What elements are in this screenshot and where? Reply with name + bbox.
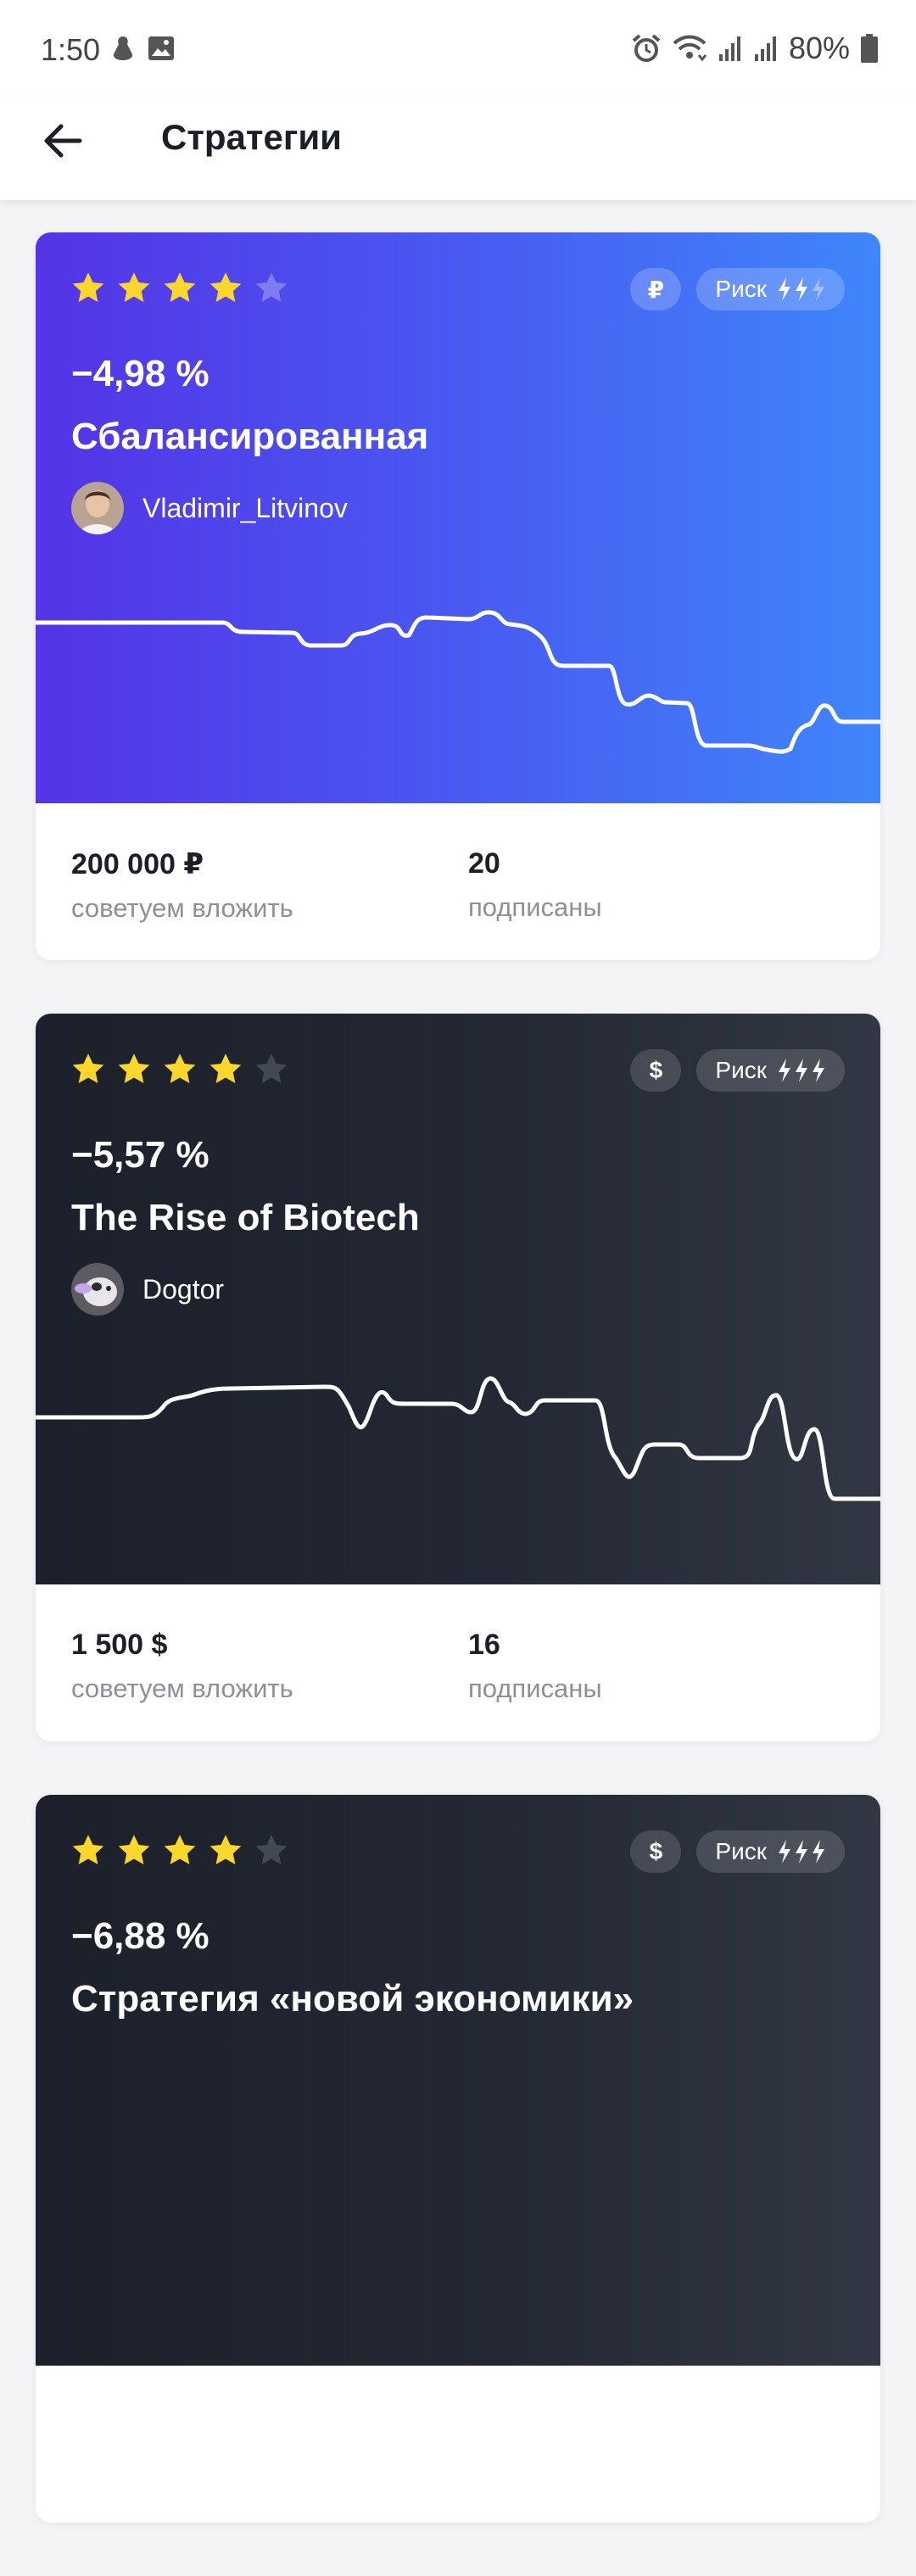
card-header: $ Риск −5,57 % The Rise of Biotech Dogto… bbox=[36, 1014, 880, 1584]
star-icon bbox=[118, 1053, 150, 1083]
strategy-name: Стратегия «новой экономики» bbox=[71, 1978, 634, 2020]
strategy-name: Сбалансированная bbox=[71, 416, 429, 457]
signal-icon bbox=[718, 36, 740, 61]
rating-stars bbox=[70, 1832, 290, 1869]
risk-badge: Риск bbox=[696, 1830, 845, 1873]
author-name: Vladimir_Litvinov bbox=[142, 492, 348, 523]
app-bar: Стратегии bbox=[0, 102, 916, 200]
lightning-icon bbox=[796, 1059, 807, 1082]
notification-app-icon bbox=[113, 36, 133, 60]
star-icon bbox=[209, 272, 242, 302]
lightning-icon bbox=[813, 277, 824, 301]
rating-stars bbox=[70, 270, 290, 307]
currency-badge: ₽ bbox=[630, 268, 682, 310]
recommended-label: советуем вложить bbox=[71, 893, 293, 923]
subscribers-label: подписаны bbox=[468, 1674, 602, 1703]
star-icon bbox=[72, 272, 104, 302]
star-icon bbox=[118, 272, 150, 302]
star-icon bbox=[164, 1053, 196, 1083]
lightning-icon bbox=[813, 1059, 824, 1082]
strategy-card[interactable]: $ Риск −6,88 % Стратегия «новой экономик… bbox=[36, 1795, 880, 2523]
risk-label: Риск bbox=[715, 1838, 767, 1864]
recommended-label: советуем вложить bbox=[71, 1674, 293, 1703]
card-header: $ Риск −6,88 % Стратегия «новой экономик… bbox=[36, 1795, 880, 2366]
star-icon bbox=[209, 1835, 242, 1864]
star-icon bbox=[72, 1053, 104, 1083]
lightning-icon bbox=[796, 277, 807, 301]
strategy-card[interactable]: $ Риск −5,57 % The Rise of Biotech Dogto… bbox=[36, 1014, 880, 1741]
lightning-icon bbox=[813, 1840, 824, 1864]
currency-badge: $ bbox=[630, 1049, 682, 1092]
page-title: Стратегии bbox=[161, 117, 342, 157]
avatar bbox=[71, 482, 124, 534]
status-time: 1:50 bbox=[41, 32, 101, 67]
subscribers-count: 20 bbox=[468, 847, 500, 880]
subscribers: 20 подписаны bbox=[468, 847, 602, 923]
return-value: −4,98 % bbox=[71, 353, 209, 394]
lightning-icon bbox=[779, 1059, 790, 1082]
status-bar: 1:50 80% bbox=[0, 0, 916, 102]
recommended-investment: 1 500 $ советуем вложить bbox=[71, 1629, 293, 1704]
risk-level bbox=[777, 1839, 826, 1864]
battery-icon bbox=[861, 34, 878, 63]
performance-chart bbox=[36, 610, 880, 754]
star-empty-icon bbox=[255, 1835, 288, 1864]
star-icon bbox=[72, 1835, 104, 1864]
return-value: −5,57 % bbox=[71, 1134, 209, 1176]
subscribers-label: подписаны bbox=[468, 892, 602, 922]
performance-chart bbox=[36, 1376, 880, 1501]
star-icon bbox=[118, 1835, 150, 1864]
star-icon bbox=[164, 272, 196, 302]
recommended-amount: 1 500 $ bbox=[71, 1629, 168, 1661]
recommended-investment: 200 000 ₽ советуем вложить bbox=[71, 847, 293, 924]
strategy-card[interactable]: ₽ Риск −4,98 % Сбалансированная Vladimir… bbox=[36, 232, 880, 960]
star-empty-icon bbox=[255, 1053, 288, 1083]
risk-level bbox=[777, 277, 826, 302]
risk-badge: Риск bbox=[696, 1049, 845, 1092]
lightning-icon bbox=[779, 1840, 790, 1864]
star-icon bbox=[164, 1835, 196, 1864]
star-empty-icon bbox=[255, 272, 288, 302]
return-value: −6,88 % bbox=[71, 1915, 209, 1957]
strategy-list[interactable]: ₽ Риск −4,98 % Сбалансированная Vladimir… bbox=[36, 232, 880, 2576]
rating-stars bbox=[70, 1051, 290, 1088]
alarm-icon bbox=[632, 34, 661, 62]
risk-label: Риск bbox=[715, 276, 767, 302]
risk-level bbox=[777, 1058, 826, 1083]
avatar bbox=[71, 1263, 124, 1316]
risk-label: Риск bbox=[715, 1057, 767, 1083]
author-name: Dogtor bbox=[142, 1273, 225, 1305]
star-icon bbox=[209, 1053, 242, 1083]
arrow-left-icon bbox=[44, 124, 82, 158]
author[interactable]: Vladimir_Litvinov bbox=[71, 482, 348, 534]
gallery-icon bbox=[148, 36, 174, 60]
recommended-amount: 200 000 ₽ bbox=[71, 848, 204, 880]
currency-badge: $ bbox=[630, 1830, 682, 1873]
card-header: ₽ Риск −4,98 % Сбалансированная Vladimir… bbox=[36, 232, 880, 803]
lightning-icon bbox=[796, 1840, 807, 1864]
wifi-icon bbox=[673, 35, 707, 62]
signal-icon-2 bbox=[754, 36, 776, 61]
strategy-name: The Rise of Biotech bbox=[71, 1197, 420, 1238]
lightning-icon bbox=[779, 277, 790, 301]
battery-percent: 80% bbox=[788, 31, 850, 65]
risk-badge: Риск bbox=[696, 268, 845, 310]
back-button[interactable] bbox=[37, 115, 88, 166]
author[interactable]: Dogtor bbox=[71, 1263, 224, 1316]
subscribers: 16 подписаны bbox=[468, 1629, 602, 1704]
subscribers-count: 16 bbox=[468, 1629, 500, 1661]
